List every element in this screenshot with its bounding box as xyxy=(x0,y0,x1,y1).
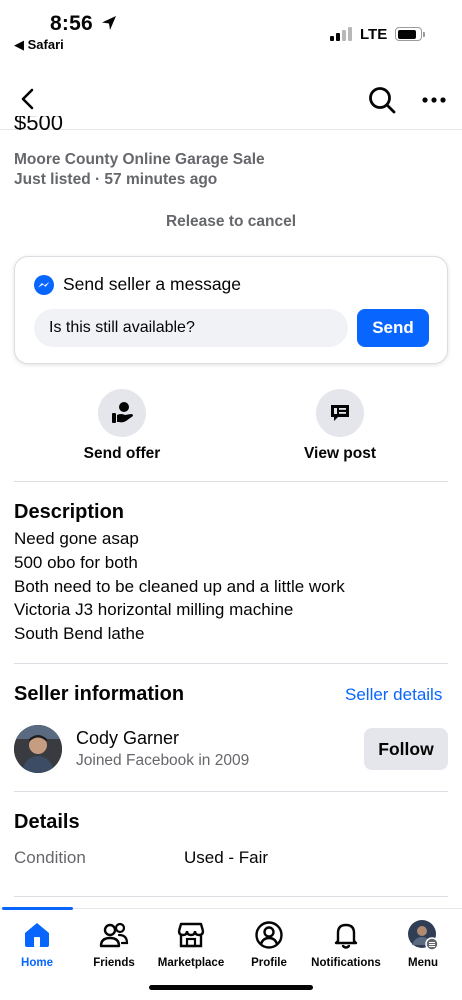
description-line: Victoria J3 horizontal milling machine xyxy=(14,600,294,619)
tab-menu[interactable]: Menu xyxy=(383,919,462,969)
battery-cap xyxy=(423,32,425,37)
description-line: South Bend lathe xyxy=(14,624,145,643)
send-offer-icon-circle xyxy=(98,389,146,437)
seller-avatar-image xyxy=(14,725,62,773)
tab-profile-label: Profile xyxy=(251,957,287,969)
divider xyxy=(14,481,448,482)
profile-icon xyxy=(255,921,283,949)
location-arrow-icon xyxy=(102,16,116,30)
tab-menu-label: Menu xyxy=(407,957,439,969)
description-title: Description xyxy=(14,501,125,523)
message-input[interactable] xyxy=(34,309,348,347)
seller-info-title: Seller information xyxy=(14,683,185,705)
description-line: Need gone asap xyxy=(14,529,139,548)
listing-price: $500 xyxy=(14,116,63,130)
group-name[interactable]: Moore County Online Garage Sale xyxy=(14,151,265,169)
view-post-label: View post xyxy=(303,445,377,462)
listed-time: Just listed · 57 minutes ago xyxy=(14,171,218,188)
signal-strength-icon xyxy=(330,27,352,41)
condition-value: Used - Fair xyxy=(184,848,269,867)
view-post-button[interactable]: View post xyxy=(270,389,410,463)
description-line: 500 obo for both xyxy=(14,553,138,572)
message-seller-card: Send seller a message Send xyxy=(14,256,448,364)
battery-icon xyxy=(395,27,422,41)
back-to-safari-link[interactable]: ◀ Safari xyxy=(14,37,64,53)
follow-button[interactable]: Follow xyxy=(364,728,448,770)
divider xyxy=(14,896,448,897)
active-tab-indicator xyxy=(2,907,73,910)
tab-friends[interactable]: Friends xyxy=(74,919,154,969)
tab-marketplace-label: Marketplace xyxy=(157,957,225,969)
search-icon[interactable] xyxy=(366,84,398,116)
divider xyxy=(14,663,448,664)
send-offer-label: Send offer xyxy=(83,445,161,462)
network-label: LTE xyxy=(360,26,388,43)
message-card-title: Send seller a message xyxy=(63,274,242,294)
tab-home[interactable]: Home xyxy=(0,919,77,969)
send-offer-button[interactable]: Send offer xyxy=(52,389,192,463)
status-time: 8:56 xyxy=(50,12,93,35)
tab-home-label: Home xyxy=(21,957,53,969)
seller-avatar[interactable] xyxy=(14,725,62,773)
view-post-icon xyxy=(331,405,349,421)
status-bar: 8:56 ◀ Safari LTE xyxy=(0,0,462,62)
marketplace-icon xyxy=(177,922,205,948)
top-nav-bar xyxy=(0,72,462,130)
tab-profile[interactable]: Profile xyxy=(229,919,309,969)
tab-friends-label: Friends xyxy=(93,957,135,969)
release-to-cancel-hint: Release to cancel xyxy=(165,213,297,230)
seller-joined: Joined Facebook in 2009 xyxy=(76,752,250,769)
home-icon xyxy=(25,923,49,947)
messenger-icon xyxy=(34,275,54,295)
seller-name[interactable]: Cody Garner xyxy=(76,728,179,749)
condition-label: Condition xyxy=(14,848,86,867)
tab-notifications-label: Notifications xyxy=(311,957,381,969)
offer-hand-icon xyxy=(112,402,133,423)
more-options-icon[interactable] xyxy=(420,84,448,114)
friends-icon xyxy=(99,922,129,948)
bell-icon xyxy=(334,923,358,949)
back-arrow-icon[interactable] xyxy=(14,84,42,114)
home-indicator xyxy=(149,985,313,990)
details-title: Details xyxy=(14,811,80,833)
divider xyxy=(14,791,448,792)
menu-avatar-icon xyxy=(408,920,439,951)
view-post-icon-circle xyxy=(316,389,364,437)
tab-marketplace[interactable]: Marketplace xyxy=(151,919,231,969)
tab-notifications[interactable]: Notifications xyxy=(306,919,386,969)
seller-details-link[interactable]: Seller details xyxy=(345,685,442,705)
description-line: Both need to be cleaned up and a little … xyxy=(14,577,345,596)
send-button[interactable]: Send xyxy=(357,309,429,347)
